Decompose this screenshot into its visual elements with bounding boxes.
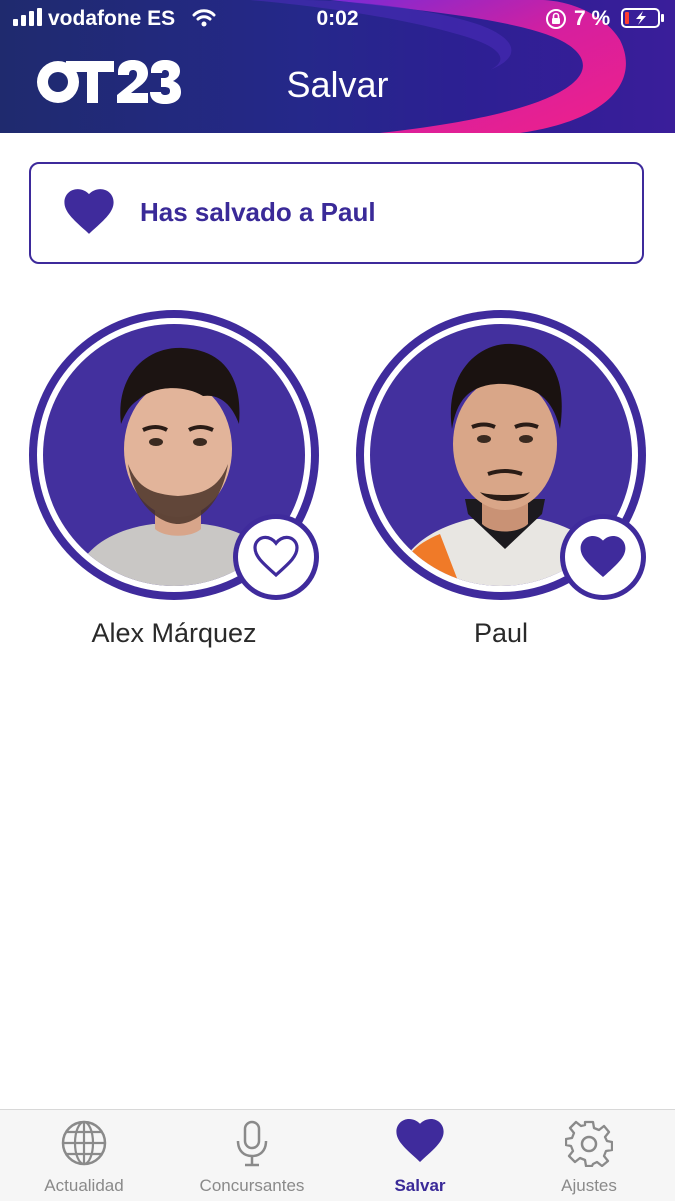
page-title: Salvar xyxy=(286,64,389,105)
contestant-name: Paul xyxy=(473,618,529,648)
save-toggle-button[interactable] xyxy=(560,514,646,600)
status-bar: vodafone ES 0:02 7 % xyxy=(0,0,675,36)
tab-label: Concursantes xyxy=(199,1176,305,1195)
orientation-lock-icon xyxy=(546,9,566,29)
heart-icon xyxy=(396,1119,444,1162)
bottom-tab-bar: Actualidad Concursantes Salvar Ajustes xyxy=(0,1109,675,1201)
tab-salvar[interactable]: Salvar xyxy=(336,1110,504,1201)
tab-label: Actualidad xyxy=(44,1176,124,1195)
microphone-icon xyxy=(236,1120,268,1167)
heart-filled-icon xyxy=(580,536,626,577)
saved-notice-card: Has salvado a Paul xyxy=(29,162,644,264)
tab-label: Salvar xyxy=(394,1176,446,1195)
save-toggle-button[interactable] xyxy=(233,514,319,600)
tab-actualidad[interactable]: Actualidad xyxy=(0,1110,168,1201)
battery-percentage: 7 % xyxy=(574,7,611,30)
contestant-name: Alex Márquez xyxy=(91,618,257,648)
battery-icon xyxy=(621,8,664,28)
tab-label: Ajustes xyxy=(561,1176,617,1195)
heart-icon xyxy=(64,189,114,234)
tab-ajustes[interactable]: Ajustes xyxy=(505,1110,673,1201)
saved-notice-text: Has salvado a Paul xyxy=(140,197,376,227)
gear-icon xyxy=(565,1120,613,1167)
tab-concursantes[interactable]: Concursantes xyxy=(168,1110,336,1201)
globe-icon xyxy=(61,1120,107,1166)
heart-outline-icon xyxy=(253,535,299,578)
app-header: vodafone ES 0:02 7 % Salvar xyxy=(0,0,675,133)
